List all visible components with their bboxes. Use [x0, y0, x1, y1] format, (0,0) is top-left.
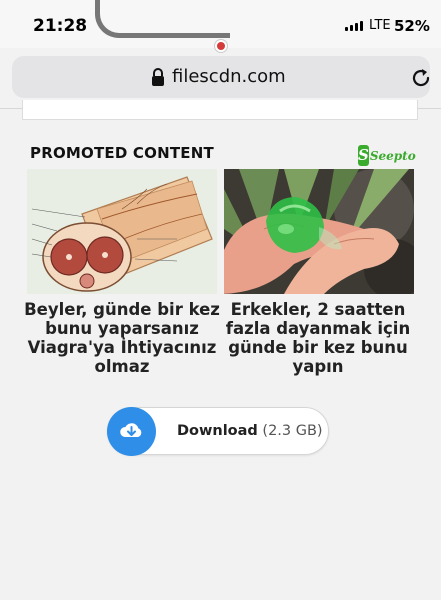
promoted-card-image-2[interactable]	[224, 169, 414, 294]
download-size: (2.3 GB)	[262, 423, 323, 439]
address-bar[interactable]: filescdn.com	[12, 56, 430, 98]
signal-bars-icon	[345, 21, 363, 31]
status-bar: 21:28 LTE 52%	[0, 0, 441, 52]
download-icon-badge	[107, 407, 156, 456]
sponsor-logo-mark-icon: S	[358, 145, 369, 166]
status-time: 21:28	[33, 16, 88, 36]
promoted-card-image-1[interactable]	[27, 169, 217, 294]
notification-dot-icon	[215, 40, 227, 52]
call-indicator-line	[95, 0, 230, 38]
promoted-card-title-2[interactable]: Erkekler, 2 saatten fazla dayanmak için …	[218, 300, 418, 376]
promoted-content-heading: PROMOTED CONTENT	[30, 144, 214, 162]
reload-icon[interactable]	[410, 67, 432, 89]
download-button[interactable]: Download (2.3 GB)	[107, 407, 329, 456]
promoted-card-title-1[interactable]: Beyler, günde bir kez bunu yaparsanız Vi…	[22, 300, 222, 376]
url-text: filescdn.com	[172, 66, 286, 87]
cloud-download-icon	[120, 423, 142, 437]
battery-percent: 52%	[394, 17, 430, 35]
download-label-wrap: Download (2.3 GB)	[177, 423, 323, 439]
network-type: LTE	[369, 18, 391, 33]
sponsor-logo[interactable]: S Seepto	[358, 145, 416, 166]
lock-icon	[152, 68, 164, 86]
sponsor-logo-text: Seepto	[369, 148, 416, 163]
previous-card-edge	[22, 100, 418, 120]
download-label: Download	[177, 423, 258, 439]
